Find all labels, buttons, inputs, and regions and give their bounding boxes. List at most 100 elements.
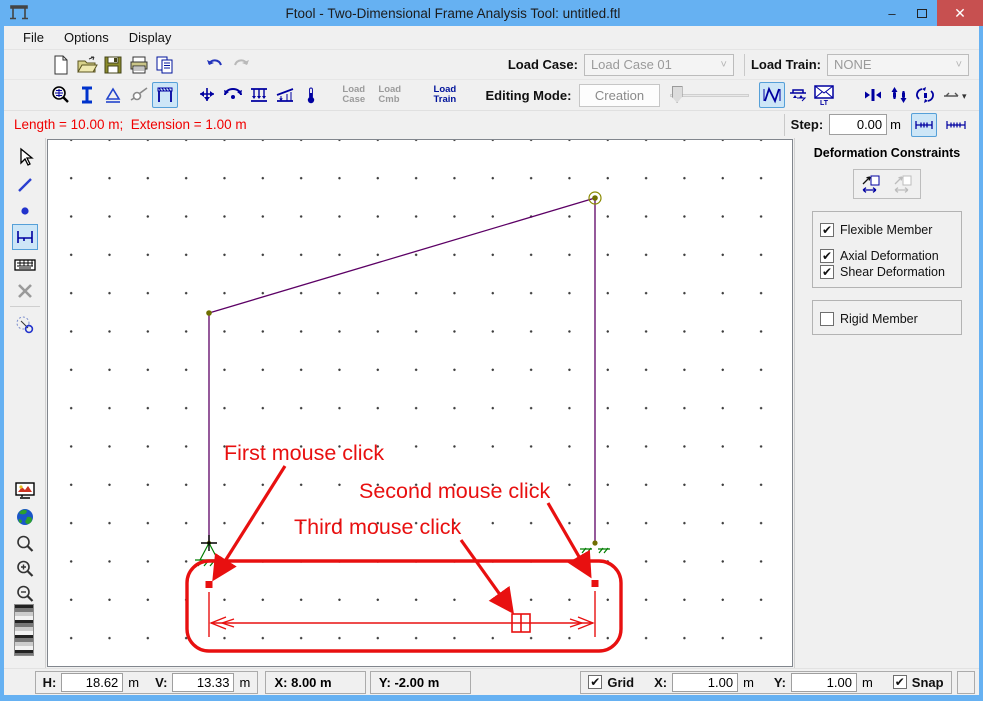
section-properties-button[interactable] xyxy=(74,82,100,108)
axial-deformation-row[interactable]: ✔ Axial Deformation xyxy=(820,249,954,263)
load-train-select[interactable]: NONE ˅ xyxy=(827,54,969,76)
keyboard-tool-button[interactable] xyxy=(12,252,38,278)
shear-deformation-label: Shear Deformation xyxy=(840,265,945,279)
menu-bar: File Options Display xyxy=(4,26,979,50)
linear-load-icon xyxy=(273,85,297,105)
grid-checkbox[interactable]: ✔ xyxy=(588,675,602,689)
status-row: Length = 10.00 m; Extension = 1.00 m Ste… xyxy=(4,110,979,138)
node-top-right[interactable] xyxy=(592,195,598,201)
dimension-style-a-button[interactable] xyxy=(911,113,937,137)
creation-mode-button[interactable]: Creation xyxy=(579,84,659,107)
shear-deformation-checkbox[interactable]: ✔ xyxy=(820,265,834,279)
menu-display[interactable]: Display xyxy=(120,27,181,48)
deformation-panel: Deformation Constraints ✔ Flexible Membe… xyxy=(794,138,979,668)
zoom-window-button[interactable] xyxy=(12,531,38,557)
close-button[interactable]: ✕ xyxy=(937,0,983,26)
node-top-left[interactable] xyxy=(206,310,212,316)
fit-vertical-icon xyxy=(889,85,909,105)
linear-load-button[interactable] xyxy=(272,82,298,108)
axial-deformation-checkbox[interactable]: ✔ xyxy=(820,249,834,263)
load-cmb-mode-button[interactable]: LoadCmb xyxy=(372,82,408,108)
cursor-x-panel: X: 8.00 m xyxy=(265,671,366,694)
step-input[interactable] xyxy=(829,114,887,135)
v-label: V: xyxy=(155,675,167,690)
bottom-bar: H: m V: m X: 8.00 m Y: -2.00 m ✔ Grid X:… xyxy=(4,668,979,695)
results-scale-slider[interactable] xyxy=(670,85,750,105)
minimize-button[interactable]: – xyxy=(877,0,907,26)
separator xyxy=(744,54,745,76)
grid-x-input[interactable] xyxy=(672,673,738,692)
shear-deformation-row[interactable]: ✔ Shear Deformation xyxy=(820,265,954,279)
maximize-button[interactable] xyxy=(907,0,937,26)
uniform-load-icon xyxy=(247,85,271,105)
zoom-out-icon xyxy=(15,584,35,604)
node-base-right[interactable] xyxy=(592,540,597,545)
moment-load-button[interactable] xyxy=(220,82,246,108)
h-input[interactable] xyxy=(61,673,123,692)
copy-button[interactable] xyxy=(152,52,178,78)
transform-tool-button[interactable] xyxy=(12,312,38,338)
rigid-member-row[interactable]: Rigid Member xyxy=(820,312,954,326)
dimension-tool-button[interactable] xyxy=(12,224,38,250)
copy-icon xyxy=(154,55,176,75)
load-train-value: NONE xyxy=(834,57,872,72)
envelope-button[interactable]: LT xyxy=(811,82,837,108)
grayscale-scale-bar[interactable] xyxy=(14,604,34,656)
dimension-style-b-button[interactable] xyxy=(943,113,969,137)
status-spare-panel xyxy=(957,671,975,694)
flexible-member-row[interactable]: ✔ Flexible Member xyxy=(820,223,954,237)
node-tool-button[interactable] xyxy=(12,198,38,224)
i-section-icon xyxy=(78,85,96,105)
load-case-select[interactable]: Load Case 01 ˅ xyxy=(584,54,734,76)
dimension-coarse-icon xyxy=(914,120,934,130)
rotate-icon xyxy=(914,85,936,105)
member-tool-button[interactable] xyxy=(12,172,38,198)
apply-constraints-button[interactable] xyxy=(857,172,885,196)
snap-checkbox[interactable]: ✔ xyxy=(893,675,907,689)
undo-button[interactable] xyxy=(202,52,228,78)
grid-y-input[interactable] xyxy=(791,673,857,692)
display-options-button[interactable] xyxy=(12,478,38,504)
fit-horizontal-button[interactable] xyxy=(860,82,886,108)
slider-thumb[interactable] xyxy=(672,86,683,103)
hinge-icon xyxy=(128,85,150,105)
apply-constraints-disabled-button[interactable] xyxy=(889,172,917,196)
open-file-button[interactable] xyxy=(74,52,100,78)
influence-line-button[interactable] xyxy=(759,82,785,108)
separator xyxy=(10,306,40,307)
flexible-member-checkbox[interactable]: ✔ xyxy=(820,223,834,237)
rotate-view-button[interactable] xyxy=(912,82,938,108)
new-file-button[interactable] xyxy=(48,52,74,78)
load-train-label: Load Train: xyxy=(751,57,821,72)
h-label: H: xyxy=(43,675,57,690)
third-click-marker xyxy=(512,614,530,632)
load-case-mode-button[interactable]: LoadCase xyxy=(336,82,372,108)
grid-y-label: Y: xyxy=(774,675,786,690)
print-button[interactable] xyxy=(126,52,152,78)
rigid-group: Rigid Member xyxy=(812,300,962,335)
v-input[interactable] xyxy=(172,673,234,692)
nodal-load-button[interactable] xyxy=(194,82,220,108)
zoom-in-button[interactable] xyxy=(12,556,38,582)
menu-file[interactable]: File xyxy=(14,27,53,48)
grid-x-label: X: xyxy=(654,675,667,690)
dimension-mode-button[interactable] xyxy=(152,82,178,108)
zoom-model-button[interactable] xyxy=(48,82,74,108)
support-button[interactable] xyxy=(100,82,126,108)
select-tool-button[interactable] xyxy=(12,144,38,170)
load-train-mode-button[interactable]: LoadTrain xyxy=(427,82,463,108)
temperature-load-button[interactable] xyxy=(298,82,324,108)
rigid-member-checkbox[interactable] xyxy=(820,312,834,326)
delete-tool-button[interactable] xyxy=(12,278,38,304)
measure-options-button[interactable]: ▾ xyxy=(938,82,972,108)
redo-button[interactable] xyxy=(228,52,254,78)
menu-options[interactable]: Options xyxy=(55,27,118,48)
world-view-button[interactable] xyxy=(12,504,38,530)
model-canvas[interactable]: First mouse click Second mouse click Thi… xyxy=(47,139,793,667)
save-button[interactable] xyxy=(100,52,126,78)
load-train-position-button[interactable] xyxy=(785,82,811,108)
beam-member[interactable] xyxy=(209,198,595,313)
fit-vertical-button[interactable] xyxy=(886,82,912,108)
hinge-button[interactable] xyxy=(126,82,152,108)
uniform-load-button[interactable] xyxy=(246,82,272,108)
